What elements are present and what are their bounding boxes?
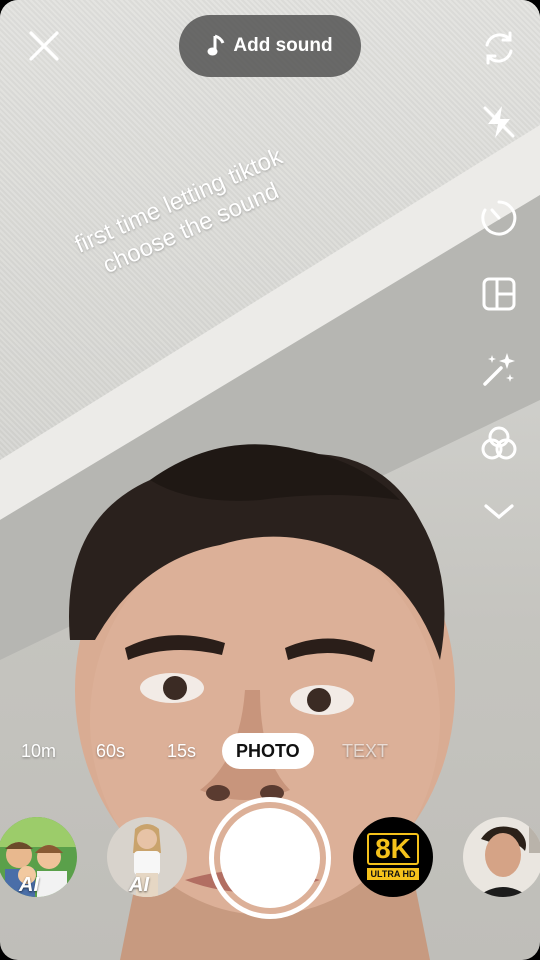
add-sound-button[interactable]: Add sound	[179, 15, 361, 77]
flash-button[interactable]	[478, 101, 520, 143]
timer-button[interactable]	[478, 197, 520, 239]
mode-10m[interactable]: 10m	[21, 733, 56, 769]
effects-button[interactable]	[478, 349, 520, 391]
flip-camera-button[interactable]	[478, 27, 520, 69]
flip-camera-icon	[485, 31, 513, 65]
effect-ai-portrait[interactable]: AI	[107, 817, 187, 897]
music-note-icon	[207, 34, 225, 56]
ultra-hd-label: ULTRA HD	[367, 868, 419, 880]
effect-ai-family-cartoon[interactable]: AI	[0, 817, 77, 897]
ai-badge: AI	[19, 874, 39, 896]
mode-text[interactable]: TEXT	[342, 733, 388, 769]
8k-badge: 8K ULTRA HD	[367, 833, 419, 880]
more-tools-button[interactable]	[478, 490, 520, 532]
chevron-down-icon	[484, 504, 514, 520]
mode-15s[interactable]: 15s	[167, 733, 196, 769]
effect-8k-ultra-hd[interactable]: 8K ULTRA HD	[353, 817, 433, 897]
magic-wand-icon	[483, 353, 515, 386]
shutter-button[interactable]	[209, 797, 331, 919]
mode-60s[interactable]: 60s	[96, 733, 125, 769]
layout-button[interactable]	[478, 273, 520, 315]
layout-grid-icon	[482, 277, 516, 311]
filters-icon	[481, 426, 517, 460]
close-icon	[29, 31, 59, 61]
ai-badge: AI	[129, 874, 149, 896]
8k-label: 8K	[367, 833, 419, 865]
flash-off-icon	[483, 106, 515, 138]
add-sound-label: Add sound	[233, 35, 333, 56]
filters-button[interactable]	[478, 423, 520, 465]
timer-icon	[481, 200, 517, 236]
effect-face[interactable]	[463, 817, 540, 897]
face-effect-thumbnail	[463, 817, 540, 897]
camera-screen: first time letting tiktok choose the sou…	[0, 0, 540, 960]
capture-mode-selector: 10m 60s 15s PHOTO TEXT	[0, 733, 540, 769]
close-button[interactable]	[24, 26, 64, 66]
shutter-inner	[220, 808, 320, 908]
mode-photo[interactable]: PHOTO	[222, 733, 314, 769]
